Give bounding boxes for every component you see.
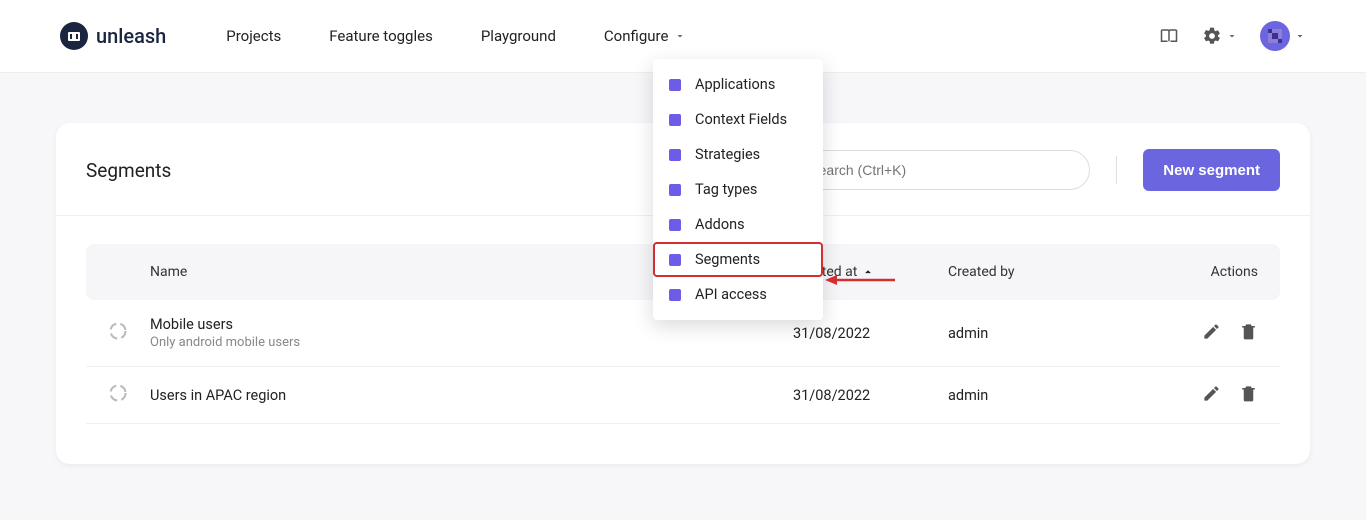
- nav-projects[interactable]: Projects: [226, 27, 281, 45]
- row-name: Users in APAC region: [150, 387, 793, 404]
- dropdown-item-label: Addons: [695, 216, 745, 233]
- chevron-down-icon: [1226, 30, 1238, 42]
- dropdown-item-api-access[interactable]: API access: [653, 277, 823, 312]
- nav-configure-label: Configure: [604, 27, 669, 45]
- logo-badge-icon: [60, 22, 88, 50]
- dropdown-item-label: Applications: [695, 76, 775, 93]
- dropdown-item-label: Segments: [695, 251, 760, 268]
- nav-configure[interactable]: Configure: [604, 27, 687, 45]
- edit-button[interactable]: [1202, 384, 1221, 407]
- delete-button[interactable]: [1239, 384, 1258, 407]
- search-input[interactable]: [790, 150, 1090, 190]
- gear-icon: [1202, 26, 1222, 46]
- divider: [1116, 156, 1117, 184]
- dropdown-item-label: Context Fields: [695, 111, 787, 128]
- menu-item-icon: [669, 254, 681, 266]
- settings-menu[interactable]: [1202, 26, 1238, 46]
- row-date: 31/08/2022: [793, 325, 948, 342]
- row-created-by: admin: [948, 387, 1158, 404]
- avatar: [1260, 21, 1290, 51]
- docs-icon[interactable]: [1158, 27, 1180, 45]
- dropdown-item-context-fields[interactable]: Context Fields: [653, 102, 823, 137]
- new-segment-button[interactable]: New segment: [1143, 149, 1280, 191]
- table-row: Users in APAC region31/08/2022admin: [86, 367, 1280, 424]
- dropdown-item-applications[interactable]: Applications: [653, 67, 823, 102]
- dropdown-item-label: API access: [695, 286, 767, 303]
- menu-item-icon: [669, 149, 681, 161]
- primary-nav: Projects Feature toggles Playground Conf…: [226, 27, 686, 45]
- segment-icon: [108, 321, 150, 345]
- row-created-by: admin: [948, 325, 1158, 342]
- menu-item-icon: [669, 184, 681, 196]
- dropdown-item-tag-types[interactable]: Tag types: [653, 172, 823, 207]
- brand-name: unleash: [96, 24, 166, 48]
- menu-item-icon: [669, 289, 681, 301]
- dropdown-item-label: Tag types: [695, 181, 757, 198]
- page-title: Segments: [86, 159, 171, 182]
- column-actions: Actions: [1158, 264, 1258, 280]
- configure-dropdown: Applications Context Fields Strategies Tag …: [653, 59, 823, 320]
- sort-asc-icon: [861, 265, 875, 279]
- user-menu[interactable]: [1260, 21, 1306, 51]
- dropdown-item-addons[interactable]: Addons: [653, 207, 823, 242]
- row-name-cell[interactable]: Users in APAC region: [150, 387, 793, 404]
- dropdown-item-label: Strategies: [695, 146, 760, 163]
- dropdown-item-segments[interactable]: Segments: [653, 242, 823, 277]
- top-right: [1158, 21, 1306, 51]
- row-description: Only android mobile users: [150, 335, 793, 350]
- segment-icon: [108, 383, 150, 407]
- column-created-by[interactable]: Created by: [948, 264, 1158, 280]
- chevron-down-icon: [674, 30, 686, 42]
- delete-button[interactable]: [1239, 322, 1258, 345]
- brand-logo[interactable]: unleash: [60, 22, 166, 50]
- nav-playground[interactable]: Playground: [481, 27, 556, 45]
- row-name-cell[interactable]: Mobile usersOnly android mobile users: [150, 316, 793, 350]
- row-date: 31/08/2022: [793, 387, 948, 404]
- menu-item-icon: [669, 114, 681, 126]
- chevron-down-icon: [1294, 30, 1306, 42]
- menu-item-icon: [669, 219, 681, 231]
- dropdown-item-strategies[interactable]: Strategies: [653, 137, 823, 172]
- edit-button[interactable]: [1202, 322, 1221, 345]
- search-wrap: [790, 150, 1090, 190]
- menu-item-icon: [669, 79, 681, 91]
- nav-toggles[interactable]: Feature toggles: [329, 27, 433, 45]
